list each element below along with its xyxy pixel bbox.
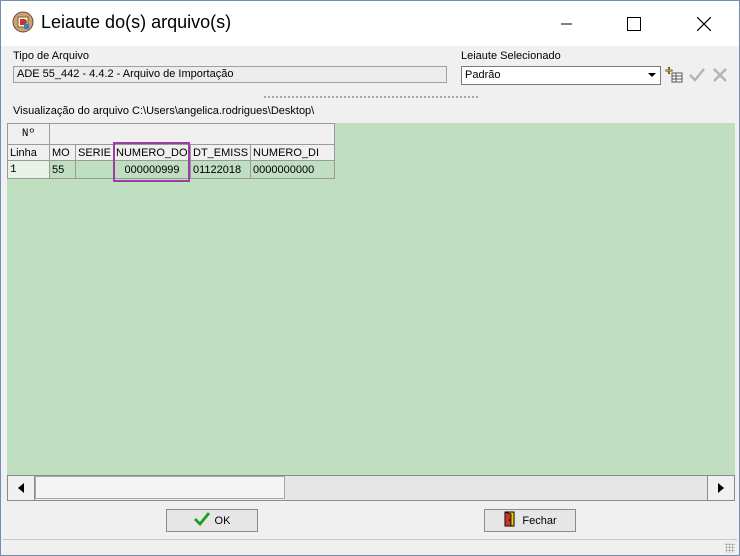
file-preview-grid[interactable]: Nº Linha MO SERIE NUMERO_DO DT_EMISS NUM… bbox=[7, 123, 735, 475]
resize-grip[interactable] bbox=[725, 543, 735, 553]
maximize-button[interactable] bbox=[611, 1, 657, 46]
table-cell[interactable]: 01122018 bbox=[190, 160, 252, 179]
table-cell[interactable]: 0000000000 bbox=[250, 160, 336, 179]
table-cell[interactable]: 55 bbox=[49, 160, 76, 179]
chevron-down-icon[interactable] bbox=[644, 67, 660, 84]
ok-button-label: OK bbox=[214, 514, 231, 527]
leiaute-select-value: Padrão bbox=[465, 69, 501, 81]
add-layout-icon bbox=[665, 66, 683, 87]
confirm-layout-button[interactable] bbox=[687, 66, 707, 86]
row-number-header: Nº bbox=[7, 123, 50, 145]
close-button[interactable] bbox=[681, 1, 727, 46]
column-header[interactable]: DT_EMISS bbox=[190, 144, 252, 161]
leiaute-selecionado-label: Leiaute Selecionado bbox=[461, 50, 561, 62]
maximize-icon bbox=[627, 16, 641, 31]
delete-icon bbox=[711, 66, 729, 87]
splitter-handle[interactable] bbox=[263, 95, 479, 99]
preview-table: Nº Linha MO SERIE NUMERO_DO DT_EMISS NUM… bbox=[7, 123, 336, 179]
ok-button[interactable]: OK bbox=[166, 509, 258, 532]
leiaute-select[interactable]: Padrão bbox=[461, 66, 661, 85]
scroll-left-button[interactable] bbox=[8, 476, 35, 500]
title-bar[interactable]: Leiaute do(s) arquivo(s) bbox=[1, 1, 739, 46]
fechar-button-label: Fechar bbox=[522, 514, 557, 527]
delete-layout-button[interactable] bbox=[710, 66, 730, 86]
column-header-highlighted[interactable]: NUMERO_DO bbox=[113, 144, 192, 161]
scrollbar-thumb[interactable] bbox=[35, 476, 285, 499]
tipo-arquivo-field[interactable]: ADE 55_442 - 4.4.2 - Arquivo de Importaç… bbox=[13, 66, 447, 83]
status-bar bbox=[3, 539, 737, 555]
minimize-icon bbox=[561, 23, 572, 24]
row-number: 1 bbox=[7, 160, 50, 179]
column-header-band bbox=[48, 123, 336, 145]
app-logo-icon bbox=[12, 11, 34, 33]
arrow-right-icon bbox=[718, 483, 724, 493]
fechar-button[interactable]: Fechar bbox=[484, 509, 576, 532]
scrollbar-track[interactable] bbox=[285, 476, 707, 500]
column-header[interactable]: MO bbox=[49, 144, 76, 161]
check-icon bbox=[688, 66, 706, 87]
preview-path-label: Visualização do arquivo C:\Users\angelic… bbox=[13, 105, 315, 117]
horizontal-scrollbar[interactable] bbox=[7, 475, 735, 501]
exit-door-icon bbox=[503, 511, 517, 530]
table-cell[interactable] bbox=[74, 160, 115, 179]
column-header[interactable]: SERIE bbox=[74, 144, 115, 161]
table-row[interactable]: 1 55 000000999 01122018 0000000000 bbox=[7, 160, 336, 179]
linha-header: Linha bbox=[7, 144, 50, 161]
scroll-right-button[interactable] bbox=[707, 476, 734, 500]
tipo-arquivo-label: Tipo de Arquivo bbox=[13, 50, 90, 62]
arrow-left-icon bbox=[18, 483, 24, 493]
column-header[interactable]: NUMERO_DI bbox=[250, 144, 336, 161]
layout-dialog-window: Leiaute do(s) arquivo(s) Tipo de Arquivo… bbox=[0, 0, 740, 556]
add-layout-button[interactable] bbox=[664, 66, 684, 86]
close-icon bbox=[697, 16, 711, 31]
table-cell-highlighted[interactable]: 000000999 bbox=[113, 160, 192, 179]
minimize-button[interactable] bbox=[544, 1, 590, 46]
window-title: Leiaute do(s) arquivo(s) bbox=[41, 12, 232, 32]
checkmark-icon bbox=[193, 512, 210, 529]
